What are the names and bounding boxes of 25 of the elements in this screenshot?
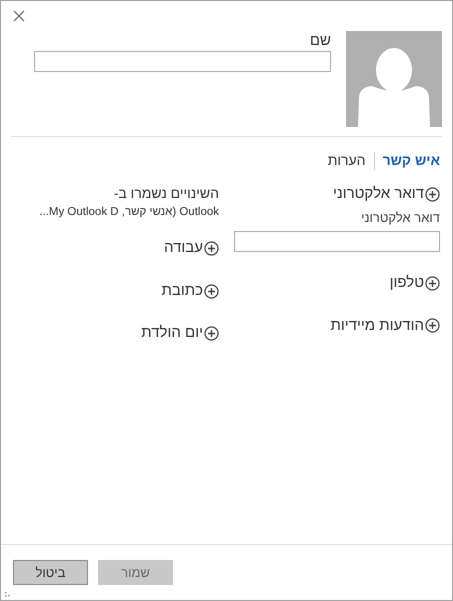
section-toggle[interactable]: עבודה bbox=[164, 237, 219, 260]
resize-grip-icon bbox=[5, 592, 10, 597]
plus-circle-icon bbox=[425, 186, 440, 202]
plus-circle-icon bbox=[204, 241, 219, 256]
section-toggle[interactable]: דואר אלקטרוני bbox=[332, 183, 440, 206]
name-label: שם bbox=[308, 31, 331, 51]
tab[interactable]: הערות bbox=[328, 150, 366, 171]
close-icon bbox=[13, 10, 25, 22]
plus-circle-icon bbox=[204, 326, 219, 341]
field-label: דואר אלקטרוני bbox=[360, 208, 440, 226]
close-button[interactable] bbox=[11, 9, 25, 23]
save-location-text: Outlook (אנשי קשר, My Outlook D... bbox=[38, 205, 219, 220]
name-field[interactable] bbox=[34, 51, 331, 72]
input-field[interactable] bbox=[234, 231, 440, 252]
plus-circle-icon bbox=[425, 276, 440, 291]
section-toggle[interactable]: הודעות מיידיות bbox=[330, 314, 440, 337]
plus-circle-icon bbox=[425, 318, 440, 334]
section-toggle[interactable]: כתובת bbox=[162, 280, 219, 302]
plus-circle-icon bbox=[204, 284, 219, 298]
section-toggle[interactable]: טלפון bbox=[390, 272, 440, 294]
save-location-title: השינויים נשמרו ב- bbox=[112, 184, 219, 203]
section-toggle[interactable]: יום הולדת bbox=[141, 322, 219, 345]
avatar-placeholder[interactable] bbox=[346, 31, 442, 127]
tab[interactable]: איש קשר bbox=[382, 150, 440, 171]
dialog-button[interactable]: ביטול bbox=[13, 560, 88, 585]
